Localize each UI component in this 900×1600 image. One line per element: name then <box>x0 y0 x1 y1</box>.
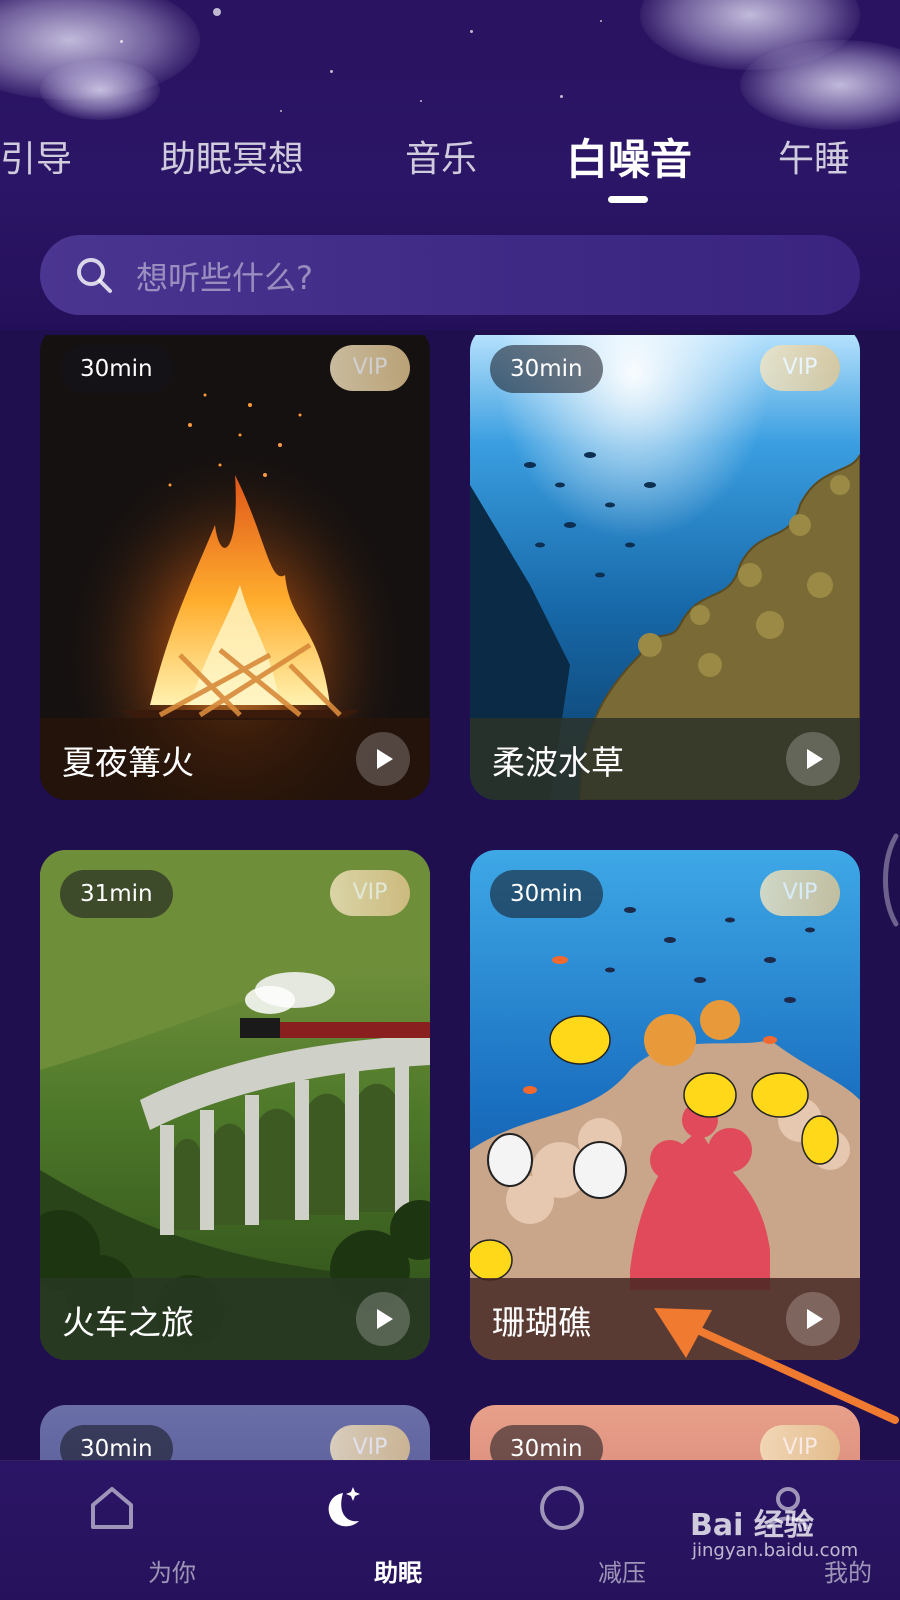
moon-star-icon <box>328 1487 360 1527</box>
search-input[interactable]: 想听些什么? <box>40 235 860 315</box>
card-title: 柔波水草 <box>492 743 624 782</box>
vip-badge: VIP <box>330 1425 410 1460</box>
nav-label: 为你 <box>148 1559 196 1587</box>
home-icon <box>91 1487 133 1529</box>
play-button[interactable] <box>356 732 410 786</box>
nav-item-sleep[interactable]: 助眠 <box>278 1483 422 1593</box>
active-tab-indicator <box>608 196 648 203</box>
sound-card-campfire[interactable]: 30min VIP 夏夜篝火 <box>40 335 430 800</box>
nav-item-relax[interactable]: 减压 <box>502 1483 646 1593</box>
star-decoration <box>470 30 473 33</box>
search-placeholder: 想听些什么? <box>136 259 313 297</box>
star-decoration <box>120 40 123 43</box>
star-decoration <box>330 70 333 73</box>
nav-item-for-you[interactable]: 为你 <box>52 1483 196 1593</box>
duration-badge: 30min <box>490 345 603 393</box>
tab-guide[interactable]: 引导 <box>0 130 72 182</box>
card-footer: 火车之旅 <box>40 1278 430 1360</box>
duration-badge: 30min <box>60 345 173 393</box>
card-footer: 柔波水草 <box>470 718 860 800</box>
duration-badge: 30min <box>60 1425 173 1460</box>
vip-badge: VIP <box>330 345 410 391</box>
duration-badge: 30min <box>490 1425 603 1460</box>
nav-label: 减压 <box>598 1559 646 1587</box>
card-title: 火车之旅 <box>62 1303 194 1342</box>
duration-badge: 31min <box>60 870 173 918</box>
circle-icon <box>540 1486 584 1530</box>
watermark-text: Bai 经验 <box>690 1508 814 1543</box>
category-tabs: 引导 助眠冥想 音乐 白噪音 午睡 <box>0 120 900 210</box>
play-icon <box>377 749 393 769</box>
play-button[interactable] <box>356 1292 410 1346</box>
annotation-arrow-icon <box>654 1308 899 1424</box>
baidu-jingyan-watermark: Bai 经验 jingyan.baidu.com <box>690 1500 890 1580</box>
white-noise-grid: 30min VIP 夏夜篝火 30min VIP 柔波水草 31min VIP … <box>0 335 900 1460</box>
star-decoration <box>560 95 563 98</box>
search-icon <box>77 258 112 293</box>
tab-white-noise[interactable]: 白噪音 <box>566 126 692 187</box>
sound-card-train[interactable]: 31min VIP 火车之旅 <box>40 850 430 1360</box>
sound-card-sky[interactable]: 30min VIP <box>40 1405 430 1460</box>
star-decoration <box>213 8 221 16</box>
card-footer: 夏夜篝火 <box>40 718 430 800</box>
nav-label: 助眠 <box>374 1559 422 1587</box>
play-button[interactable] <box>786 732 840 786</box>
vip-badge: VIP <box>760 870 840 916</box>
play-icon <box>377 1309 393 1329</box>
watermark-url: jingyan.baidu.com <box>692 1540 859 1561</box>
sound-card-coral-reef[interactable]: 30min VIP 珊瑚礁 <box>470 850 860 1360</box>
star-decoration <box>280 110 282 112</box>
play-icon <box>807 749 823 769</box>
vip-badge: VIP <box>330 870 410 916</box>
tab-sleep-meditation[interactable]: 助眠冥想 <box>160 130 304 182</box>
tab-music[interactable]: 音乐 <box>405 130 477 182</box>
vip-badge: VIP <box>760 345 840 391</box>
star-decoration <box>420 100 422 102</box>
tab-nap[interactable]: 午睡 <box>778 130 850 182</box>
side-drawer-handle[interactable] <box>870 830 900 930</box>
sound-card-seaweed[interactable]: 30min VIP 柔波水草 <box>470 335 860 800</box>
duration-badge: 30min <box>490 870 603 918</box>
card-title: 夏夜篝火 <box>62 743 194 782</box>
star-decoration <box>600 20 602 22</box>
card-title: 珊瑚礁 <box>492 1303 591 1342</box>
cloud-decoration <box>40 60 160 120</box>
